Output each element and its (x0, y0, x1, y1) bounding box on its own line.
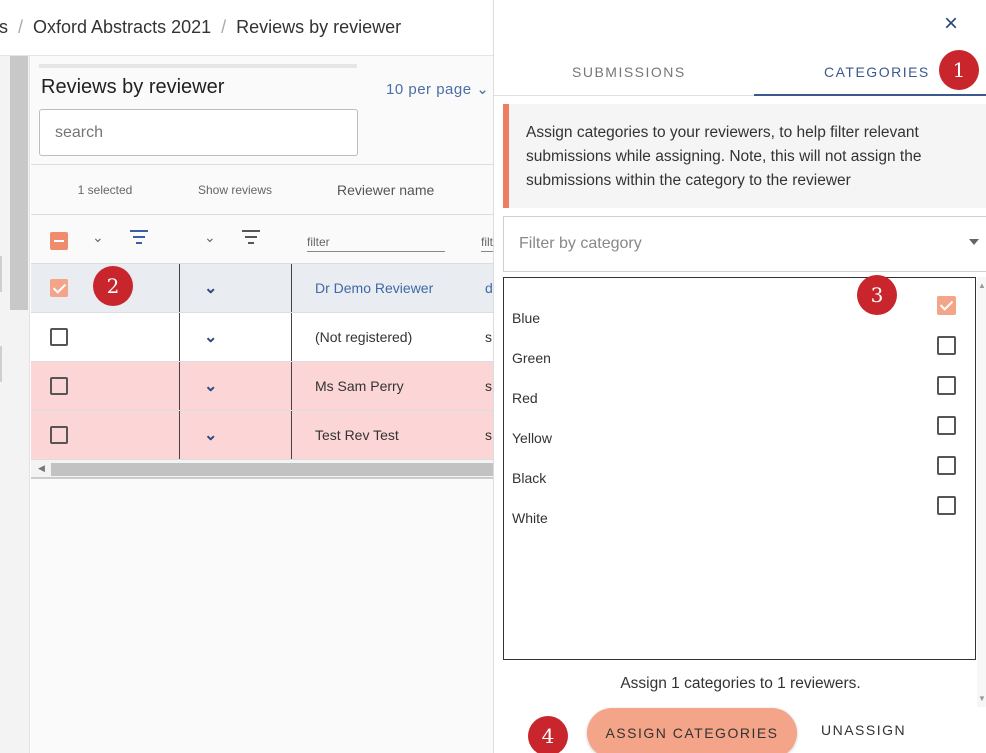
list-item[interactable]: Black (504, 446, 975, 486)
category-checkbox[interactable] (937, 336, 956, 355)
reviewer-name[interactable]: Dr Demo Reviewer (315, 280, 433, 296)
panel-tabs: SUBMISSIONS CATEGORIES (494, 56, 986, 98)
category-label: Yellow (512, 430, 552, 446)
horizontal-scrollbar[interactable]: ◀ (31, 459, 493, 479)
step-badge: 1 (939, 50, 979, 90)
tab-categories[interactable]: CATEGORIES (824, 64, 930, 80)
scroll-up-icon[interactable]: ▲ (978, 281, 986, 290)
main-content: Reviews by reviewer 10 per page ⌄ 1 sele… (31, 56, 493, 753)
assign-categories-button[interactable]: ASSIGN CATEGORIES (587, 708, 797, 753)
table-row[interactable]: ⌄ Ms Sam Perry s (31, 361, 493, 410)
category-checkbox[interactable] (937, 496, 956, 515)
category-checkbox[interactable] (937, 296, 956, 315)
gutter-marker (0, 346, 2, 382)
selected-count: 1 selected (77, 182, 133, 197)
step-badge: 2 (93, 266, 133, 306)
search-input[interactable] (39, 109, 358, 156)
step-badge: 3 (857, 275, 897, 315)
scroll-left-icon[interactable]: ◀ (38, 463, 45, 474)
table-row[interactable]: ⌄ Test Rev Test s (31, 410, 493, 459)
assign-summary: Assign 1 categories to 1 reviewers. (620, 675, 861, 692)
column-divider (179, 411, 180, 459)
category-label: Black (512, 470, 547, 486)
table-row[interactable]: ⌄ (Not registered) s (31, 312, 493, 361)
reviewer-email: s (485, 427, 492, 443)
chevron-down-icon[interactable]: ⌄ (204, 327, 217, 347)
column-divider (291, 411, 292, 459)
list-item[interactable]: White (504, 486, 975, 526)
info-alert: Assign categories to your reviewers, to … (503, 104, 986, 208)
scroll-down-icon[interactable]: ▼ (978, 694, 986, 703)
category-filter-select[interactable]: Filter by category (503, 216, 986, 272)
name-filter-input[interactable]: filter (307, 235, 445, 252)
category-checkbox[interactable] (937, 456, 956, 475)
reviewer-email: s (485, 378, 492, 394)
select-all-checkbox[interactable] (50, 232, 68, 250)
step-badge: 4 (528, 716, 568, 753)
category-label: White (512, 510, 548, 526)
column-divider (291, 362, 292, 410)
left-gutter (0, 56, 30, 753)
filter-row: ⌄ ⌄ filter filt (31, 214, 493, 263)
email-filter-input[interactable]: filt (481, 235, 493, 252)
chevron-down-icon[interactable]: ⌄ (204, 229, 216, 246)
panel-scrollbar[interactable]: ▲ ▼ (977, 277, 986, 707)
row-checkbox[interactable] (50, 328, 68, 346)
reviewer-name: Ms Sam Perry (315, 378, 404, 394)
active-tab-indicator (754, 94, 986, 96)
chevron-down-icon[interactable]: ⌄ (92, 229, 104, 246)
assign-categories-panel: × SUBMISSIONS CATEGORIES Assign categori… (493, 0, 986, 753)
table-header: 1 selected Show reviews Reviewer name (31, 164, 493, 214)
category-filter-placeholder: Filter by category (519, 235, 642, 252)
category-checkbox[interactable] (937, 376, 956, 395)
row-checkbox[interactable] (50, 426, 68, 444)
category-label: Green (512, 350, 551, 366)
scrollbar-thumb[interactable] (51, 463, 493, 476)
list-item[interactable]: Blue (504, 286, 975, 326)
list-item[interactable]: Red (504, 366, 975, 406)
column-divider (291, 313, 292, 361)
column-divider (179, 264, 180, 312)
row-checkbox[interactable] (50, 279, 68, 297)
column-divider (179, 362, 180, 410)
column-divider (291, 264, 292, 312)
page: s / Oxford Abstracts 2021 / Reviews by r… (0, 0, 986, 753)
breadcrumb-item[interactable]: Oxford Abstracts 2021 (33, 17, 211, 38)
vertical-scrollbar[interactable] (10, 56, 28, 310)
breadcrumb: s / Oxford Abstracts 2021 / Reviews by r… (0, 0, 493, 56)
list-item[interactable]: Yellow (504, 406, 975, 446)
category-list: Blue Green Red Yellow Black White (503, 277, 976, 660)
reviewer-email: d (485, 280, 493, 296)
reviewer-name: (Not registered) (315, 329, 413, 345)
breadcrumb-item[interactable]: s (0, 17, 8, 38)
column-header-reviewer-name[interactable]: Reviewer name (291, 182, 493, 198)
close-icon[interactable]: × (944, 10, 958, 38)
gutter-marker (0, 256, 2, 292)
category-label: Blue (512, 310, 541, 326)
breadcrumb-separator: / (18, 17, 24, 37)
filter-icon[interactable] (241, 230, 261, 246)
reviewer-name: Test Rev Test (315, 427, 399, 443)
chevron-down-icon[interactable]: ⌄ (204, 425, 217, 445)
tab-submissions[interactable]: SUBMISSIONS (572, 64, 686, 80)
chevron-down-icon[interactable]: ⌄ (204, 278, 217, 298)
column-divider (179, 313, 180, 361)
chevron-down-icon[interactable]: ⌄ (204, 376, 217, 396)
category-label: Red (512, 390, 538, 406)
top-divider (39, 64, 357, 68)
per-page-select[interactable]: 10 per page ⌄ (386, 80, 489, 98)
row-checkbox[interactable] (50, 377, 68, 395)
filter-icon[interactable] (129, 230, 149, 246)
reviewers-table: 1 selected Show reviews Reviewer name ⌄ … (31, 164, 493, 479)
page-title: Reviews by reviewer (41, 76, 225, 98)
column-header-show-reviews: Show reviews (197, 182, 273, 197)
unassign-button[interactable]: UNASSIGN (821, 722, 906, 738)
dropdown-caret-icon[interactable] (969, 239, 979, 245)
breadcrumb-separator: / (221, 17, 227, 37)
category-checkbox[interactable] (937, 416, 956, 435)
reviewer-email: s (485, 329, 492, 345)
list-item[interactable]: Green (504, 326, 975, 366)
breadcrumb-current: Reviews by reviewer (236, 17, 402, 37)
